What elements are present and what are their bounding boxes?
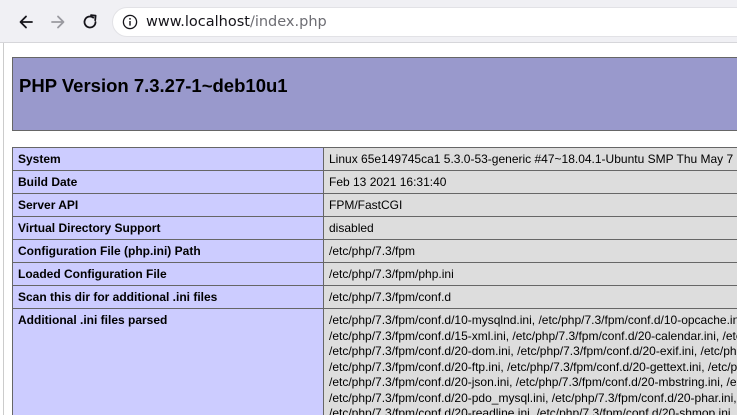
ini-file-line: /etc/php/7.3/fpm/conf.d/10-mysqlnd.ini, … [329,313,737,327]
row-label: Additional .ini files parsed [12,308,324,415]
table-row: System Linux 65e149745ca1 5.3.0-53-gener… [12,147,737,171]
row-label: Virtual Directory Support [12,216,324,240]
page-title: PHP Version 7.3.27-1~deb10u1 [19,75,288,96]
browser-toolbar: www.localhost/index.php [0,0,737,43]
row-label: System [12,147,324,171]
url-text[interactable]: www.localhost/index.php [146,14,327,31]
forward-button[interactable] [46,10,70,34]
php-info-table: System Linux 65e149745ca1 5.3.0-53-gener… [12,147,737,415]
row-label: Scan this dir for additional .ini files [12,285,324,309]
url-host: www.localhost [146,14,250,30]
row-value: /etc/php/7.3/fpm/php.ini [323,262,737,286]
table-row: Configuration File (php.ini) Path /etc/p… [12,239,737,263]
row-label: Server API [12,193,324,217]
ini-file-line: /etc/php/7.3/fpm/conf.d/15-xml.ini, /etc… [329,328,737,343]
ini-file-line: /etc/php/7.3/fpm/conf.d/20-pdo_mysql.ini… [329,390,737,405]
php-version-header: PHP Version 7.3.27-1~deb10u1 [12,57,737,131]
url-bar[interactable]: www.localhost/index.php [112,7,737,37]
back-button[interactable] [14,10,38,34]
page-left-border [3,43,4,415]
row-value: /etc/php/7.3/fpm/conf.d [323,285,737,309]
ini-file-line: /etc/php/7.3/fpm/conf.d/20-readline.ini,… [329,406,734,415]
row-value: Linux 65e149745ca1 5.3.0-53-generic #47~… [323,147,737,171]
ini-file-line: /etc/php/7.3/fpm/conf.d/20-ftp.ini, /etc… [329,359,737,374]
row-label: Build Date [12,170,324,194]
row-value: disabled [323,216,737,240]
ini-file-line: /etc/php/7.3/fpm/conf.d/20-json.ini, /et… [329,375,737,389]
row-value: Feb 13 2021 16:31:40 [323,170,737,194]
table-row: Additional .ini files parsed /etc/php/7.… [12,308,737,415]
reload-icon [83,14,97,29]
table-row: Loaded Configuration File /etc/php/7.3/f… [12,262,737,286]
table-row: Virtual Directory Support disabled [12,216,737,240]
table-row: Server API FPM/FastCGI [12,193,737,217]
back-arrow-icon [19,15,33,29]
forward-arrow-icon [51,15,65,29]
ini-file-line: /etc/php/7.3/fpm/conf.d/20-dom.ini, /etc… [329,344,737,358]
url-path: /index.php [249,14,327,30]
row-value: /etc/php/7.3/fpm [323,239,737,263]
info-icon[interactable] [122,14,138,30]
page-content: PHP Version 7.3.27-1~deb10u1 System Linu… [0,43,737,415]
row-label: Loaded Configuration File [12,262,324,286]
row-value-ini-list: /etc/php/7.3/fpm/conf.d/10-mysqlnd.ini, … [323,308,737,415]
row-value: FPM/FastCGI [323,193,737,217]
row-label: Configuration File (php.ini) Path [12,239,324,263]
table-row: Scan this dir for additional .ini files … [12,285,737,309]
reload-button[interactable] [78,10,102,34]
table-row: Build Date Feb 13 2021 16:31:40 [12,170,737,194]
